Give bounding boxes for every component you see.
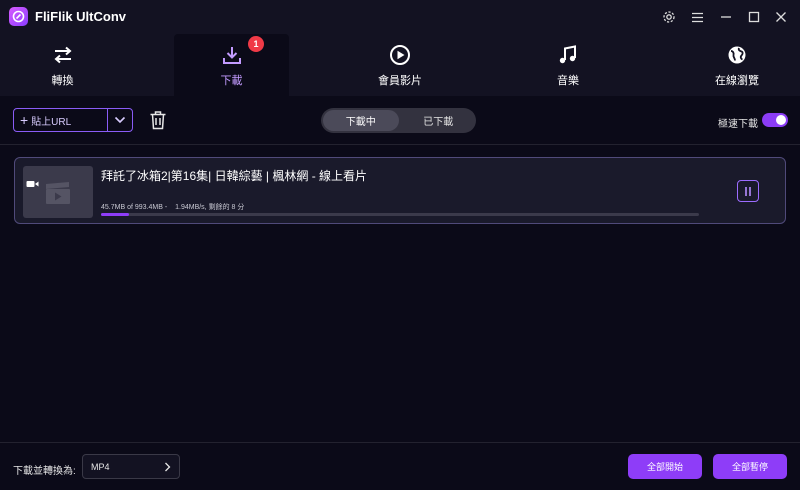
tab-label: 轉換: [51, 75, 74, 87]
app-logo-icon: [9, 7, 28, 26]
output-format-value: MP4: [91, 461, 110, 472]
download-item: 拜託了冰箱2|第16集| 日韓綜藝 | 楓林網 - 線上看片 45.7MB of…: [14, 157, 786, 224]
maximize-icon[interactable]: [745, 8, 763, 26]
video-title: 拜託了冰箱2|第16集| 日韓綜藝 | 楓林網 - 線上看片: [101, 169, 368, 183]
settings-icon[interactable]: [660, 8, 678, 26]
segment-downloading[interactable]: 下載中: [323, 110, 399, 131]
convert-arrows-icon: [53, 44, 73, 66]
video-camera-icon: [26, 181, 39, 187]
turbo-download-label: 極速下載: [718, 119, 758, 130]
pause-icon: [745, 186, 751, 196]
trash-icon[interactable]: [149, 110, 167, 130]
globe-icon: [727, 44, 747, 66]
paste-url-button[interactable]: + 貼上URL: [14, 109, 108, 131]
download-speed-text: 1.94MB/s, 剩餘的 8 分: [175, 204, 245, 211]
paste-url-dropdown[interactable]: [108, 109, 132, 131]
footer-divider: [0, 442, 800, 443]
tab-online-browse[interactable]: 在線瀏覽: [682, 34, 792, 96]
download-progress-fill: [101, 213, 129, 216]
minimize-icon[interactable]: [717, 8, 735, 26]
plus-icon: +: [20, 112, 29, 128]
toggle-knob: [776, 115, 786, 125]
toolbar-divider: [0, 144, 800, 145]
close-icon[interactable]: [772, 8, 790, 26]
tab-member-videos[interactable]: 會員影片: [345, 34, 455, 96]
chevron-right-icon: [165, 462, 171, 472]
pause-all-button[interactable]: 全部暫停: [713, 454, 787, 479]
tab-label: 在線瀏覽: [715, 75, 759, 87]
convert-to-label: 下載並轉換為:: [13, 466, 76, 477]
play-circle-icon: [389, 44, 411, 66]
turbo-download-toggle[interactable]: [762, 113, 788, 127]
download-size-text: 45.7MB of 993.4MB -: [101, 204, 168, 211]
download-progress-text: 45.7MB of 993.4MB - 1.94MB/s, 剩餘的 8 分: [101, 202, 250, 212]
download-count-badge: 1: [248, 36, 264, 52]
paste-url-label: 貼上URL: [31, 116, 72, 128]
video-thumbnail: [23, 166, 93, 218]
output-format-select[interactable]: MP4: [82, 454, 180, 479]
video-placeholder-icon: [46, 182, 70, 204]
app-title: FliFlik UltConv: [35, 9, 126, 24]
download-icon: [222, 44, 242, 66]
tab-music[interactable]: 音樂: [513, 34, 623, 96]
tab-convert[interactable]: 轉換: [0, 34, 125, 96]
paste-url-button-group: + 貼上URL: [13, 108, 133, 132]
tab-label: 音樂: [557, 75, 579, 87]
tab-download[interactable]: 下載 1: [174, 34, 289, 96]
download-progress-bar: [101, 213, 699, 216]
menu-icon[interactable]: [688, 8, 706, 26]
title-bar: FliFlik UltConv: [0, 0, 800, 34]
tab-label: 會員影片: [378, 75, 422, 87]
main-nav: 轉換 下載 1 會員影片 音樂 在線瀏覽: [0, 34, 800, 96]
music-note-icon: [558, 44, 578, 66]
segment-downloaded[interactable]: 已下載: [401, 108, 477, 133]
tab-label: 下載: [220, 75, 243, 87]
pause-button[interactable]: [737, 180, 759, 202]
start-all-button[interactable]: 全部開始: [628, 454, 702, 479]
chevron-down-icon: [114, 116, 126, 124]
download-status-switch: 下載中 已下載: [321, 108, 476, 133]
